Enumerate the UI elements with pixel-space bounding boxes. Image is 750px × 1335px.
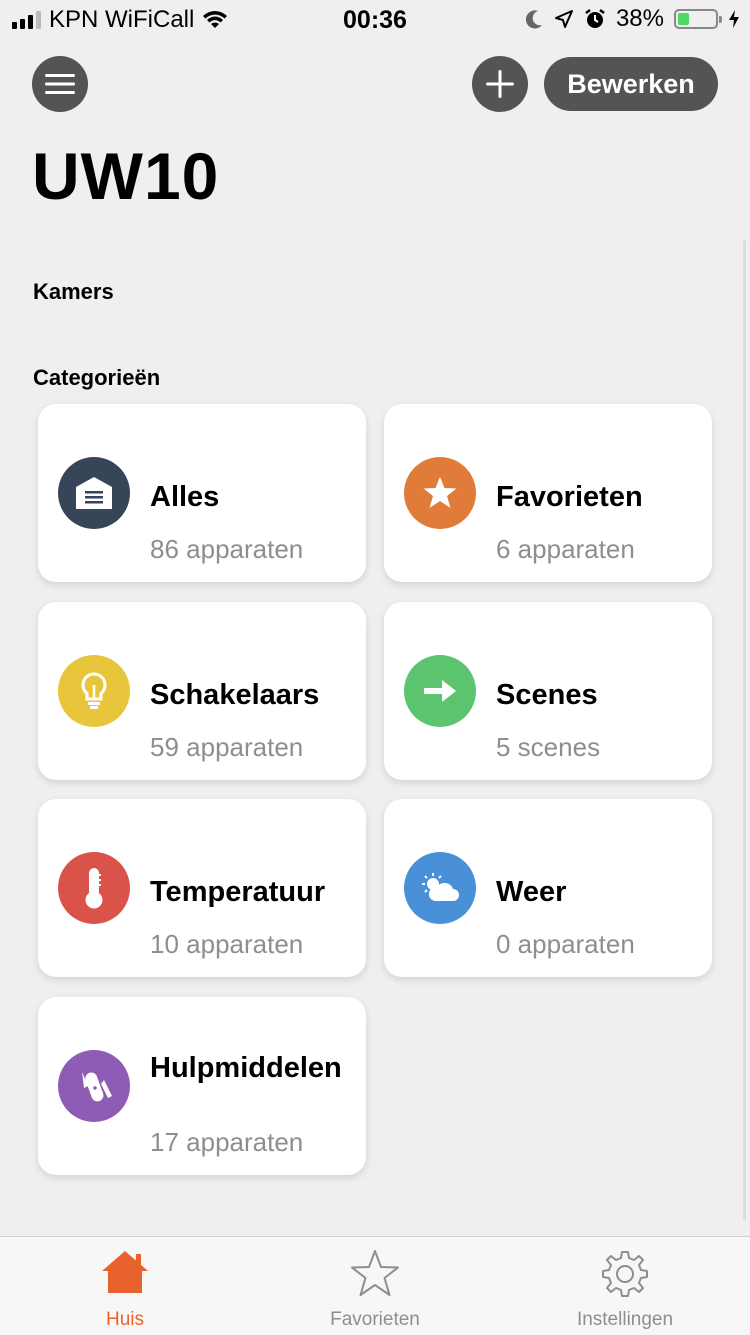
- category-card-scenes[interactable]: Scenes 5 scenes: [384, 602, 712, 780]
- add-button[interactable]: [472, 56, 528, 112]
- category-count: 6 apparaten: [496, 534, 635, 564]
- weather-icon: [404, 852, 476, 924]
- category-name: Favorieten: [496, 481, 643, 513]
- tab-bar: Huis Favorieten Instellingen: [0, 1236, 750, 1335]
- category-card-hulpmiddelen[interactable]: Hulpmiddelen 17 apparaten: [38, 997, 366, 1175]
- category-name: Temperatuur: [150, 876, 326, 908]
- charging-icon: [729, 10, 739, 28]
- tab-favorieten[interactable]: Favorieten: [250, 1237, 500, 1335]
- page-title: UW10: [32, 139, 220, 213]
- category-name: Hulpmiddelen: [150, 1052, 342, 1084]
- house-icon: [58, 457, 130, 529]
- category-name: Weer: [496, 876, 567, 908]
- thermometer-icon: [58, 852, 130, 924]
- plus-icon: [486, 70, 514, 98]
- multitool-icon: [58, 1050, 130, 1122]
- category-name: Alles: [150, 481, 220, 513]
- category-name: Scenes: [496, 679, 598, 711]
- menu-button[interactable]: [32, 56, 88, 112]
- category-name: Schakelaars: [150, 679, 320, 711]
- tab-label: Instellingen: [576, 1309, 674, 1330]
- moon-icon: [525, 10, 542, 29]
- arrow-right-icon: [404, 655, 476, 727]
- lightbulb-icon: [58, 655, 130, 727]
- category-count: 10 apparaten: [150, 929, 304, 959]
- scroll-indicator: [743, 240, 746, 1220]
- category-card-temperatuur[interactable]: Temperatuur 10 apparaten: [38, 799, 366, 977]
- category-card-alles[interactable]: Alles 86 apparaten: [38, 404, 366, 582]
- home-icon: [102, 1251, 148, 1293]
- category-count: 5 scenes: [496, 732, 601, 762]
- edit-button[interactable]: Bewerken: [544, 57, 718, 111]
- hamburger-icon: [45, 74, 75, 94]
- category-card-favorieten[interactable]: Favorieten 6 apparaten: [384, 404, 712, 582]
- tab-label: Huis: [105, 1309, 144, 1330]
- tab-instellingen[interactable]: Instellingen: [500, 1237, 750, 1335]
- rooms-heading: Kamers: [33, 279, 114, 304]
- category-count: 59 apparaten: [150, 732, 304, 762]
- categories-heading: Categorieën: [33, 365, 161, 390]
- category-card-weer[interactable]: Weer 0 apparaten: [384, 799, 712, 977]
- location-icon: [554, 10, 573, 28]
- category-count: 86 apparaten: [150, 534, 304, 564]
- status-bar: KPN WiFiCall 00:36 38%: [0, 0, 750, 40]
- category-count: 0 apparaten: [496, 929, 635, 959]
- gear-icon: [602, 1251, 648, 1297]
- battery-icon: [674, 9, 722, 29]
- category-count: 17 apparaten: [150, 1127, 304, 1157]
- star-icon: [404, 457, 476, 529]
- alarm-icon: [585, 9, 605, 28]
- star-outline-icon: [351, 1250, 399, 1296]
- tab-label: Favorieten: [330, 1309, 420, 1330]
- battery-percent: 38%: [615, 5, 664, 32]
- category-card-schakelaars[interactable]: Schakelaars 59 apparaten: [38, 602, 366, 780]
- tab-huis[interactable]: Huis: [0, 1237, 250, 1335]
